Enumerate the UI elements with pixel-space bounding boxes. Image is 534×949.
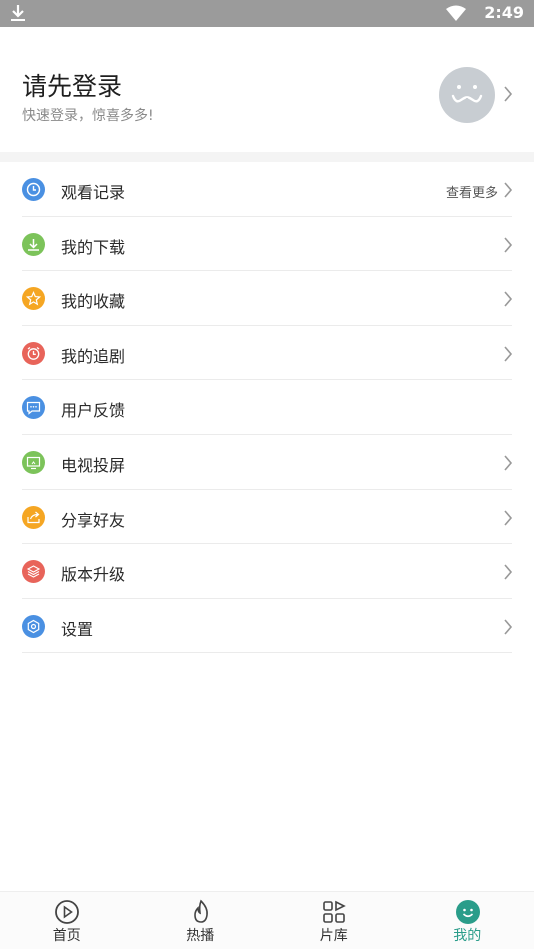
chevron-right-icon [503, 237, 513, 257]
chevron-right-icon[interactable] [503, 86, 513, 106]
tab-label: 首页 [52, 928, 81, 944]
menu-item-following-shows[interactable]: 我的追剧 [0, 326, 534, 381]
menu-item-label: 用户反馈 [61, 401, 126, 421]
tab-library[interactable]: 片库 [267, 892, 401, 949]
menu-item-favorites[interactable]: 我的收藏 [0, 271, 534, 326]
chevron-right-icon [503, 291, 513, 311]
clock-icon [22, 178, 45, 201]
tab-label: 热播 [186, 928, 215, 944]
menu-item-label: 版本升级 [61, 565, 126, 585]
play-icon [54, 899, 80, 925]
tv-icon [22, 450, 45, 474]
tab-home[interactable]: 首页 [0, 892, 134, 949]
menu-item-watch-history[interactable]: 观看记录 查看更多 [0, 162, 534, 217]
login-subtitle: 快速登录，惊喜多多! [22, 108, 154, 124]
section-divider [0, 152, 534, 162]
download-notification-icon [10, 4, 26, 26]
share-icon [22, 505, 45, 529]
tab-mine[interactable]: 我的 [401, 892, 534, 949]
login-title: 请先登录 [22, 72, 123, 101]
chevron-right-icon [503, 564, 513, 584]
menu-item-feedback[interactable]: 用户反馈 [0, 380, 534, 435]
tab-label: 片库 [319, 928, 348, 944]
menu-item-label: 我的下载 [61, 237, 126, 257]
chevron-right-icon [503, 182, 513, 202]
menu-item-share[interactable]: 分享好友 [0, 490, 534, 545]
flame-icon [188, 899, 214, 925]
chevron-right-icon [503, 619, 513, 639]
chevron-right-icon [503, 346, 513, 366]
avatar[interactable] [439, 67, 495, 123]
menu-item-downloads[interactable]: 我的下载 [0, 217, 534, 272]
gear-icon [22, 614, 45, 638]
bottom-tab-bar: 首页 热播 片库 我的 [0, 891, 534, 949]
menu-list: 观看记录 查看更多 我的下载 我的收藏 我的追剧 用户反馈 电视投屏 分享好友 … [0, 162, 534, 653]
download-icon [22, 232, 45, 256]
menu-item-label: 我的收藏 [61, 292, 126, 312]
menu-item-tv-cast[interactable]: 电视投屏 [0, 435, 534, 490]
menu-item-version-upgrade[interactable]: 版本升级 [0, 544, 534, 599]
menu-item-label: 电视投屏 [61, 455, 126, 475]
status-time: 2:49 [484, 3, 524, 22]
grid-icon [321, 899, 347, 925]
star-icon [22, 287, 45, 311]
chevron-right-icon [503, 510, 513, 530]
alarm-icon [22, 341, 45, 365]
smile-icon [455, 899, 481, 925]
menu-item-label: 我的追剧 [61, 346, 126, 366]
menu-item-label: 观看记录 [61, 183, 126, 202]
menu-item-label: 设置 [61, 619, 94, 639]
menu-item-settings[interactable]: 设置 [0, 599, 534, 654]
view-more-link[interactable]: 查看更多 [446, 182, 498, 201]
login-header[interactable]: 请先登录 快速登录，惊喜多多! [0, 27, 534, 152]
layers-icon [22, 560, 45, 584]
status-bar: 2:49 [0, 0, 534, 27]
tab-trending[interactable]: 热播 [134, 892, 268, 949]
chevron-right-icon [503, 455, 513, 475]
menu-item-label: 分享好友 [61, 510, 126, 530]
wifi-icon [446, 5, 466, 25]
message-icon [22, 396, 45, 420]
tab-label: 我的 [453, 928, 482, 944]
